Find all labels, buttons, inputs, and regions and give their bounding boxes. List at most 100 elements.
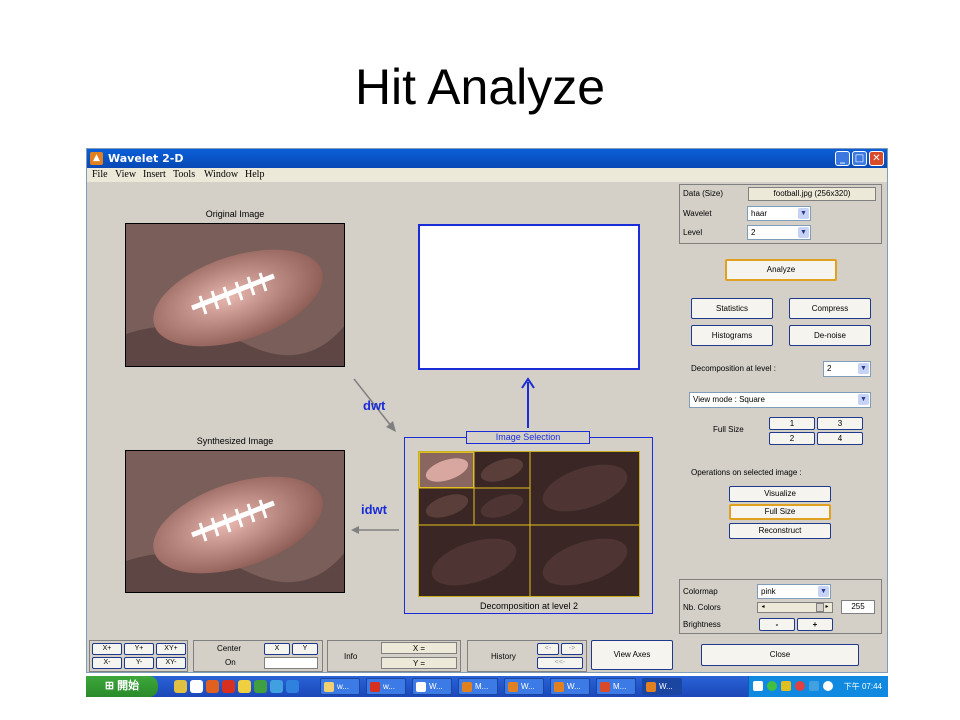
- nb-colors-slider[interactable]: ◂ ▸: [757, 602, 833, 613]
- view-mode-select[interactable]: View mode : Square ▼: [689, 392, 871, 408]
- analyze-button[interactable]: Analyze: [725, 259, 837, 281]
- synthesized-image[interactable]: [125, 450, 345, 593]
- document-icon: [370, 682, 380, 692]
- close-button[interactable]: Close: [701, 644, 859, 666]
- full-size-1-button[interactable]: 1: [769, 417, 815, 430]
- brightness-plus-button[interactable]: +: [797, 618, 833, 631]
- maximize-icon[interactable]: □: [852, 151, 867, 166]
- data-size-field: football.jpg (256x320): [748, 187, 876, 201]
- quicklaunch-icon[interactable]: [286, 680, 299, 693]
- history-first-button[interactable]: <<-: [537, 657, 583, 669]
- colormap-select-value: pink: [761, 587, 776, 596]
- center-on-field[interactable]: [264, 657, 318, 669]
- data-size-label: Data (Size): [683, 189, 724, 198]
- taskbar-item-label: M...: [475, 682, 489, 691]
- wavelet-select[interactable]: haar ▼: [747, 206, 811, 221]
- decomposition-image[interactable]: [418, 451, 640, 597]
- quicklaunch-icon[interactable]: [222, 680, 235, 693]
- info-x-field: X =: [381, 642, 457, 654]
- full-size-4-button[interactable]: 4: [817, 432, 863, 445]
- taskbar-item-label: M...: [613, 682, 627, 691]
- full-size-2-button[interactable]: 2: [769, 432, 815, 445]
- denoise-button[interactable]: De-noise: [789, 325, 871, 346]
- original-image[interactable]: [125, 223, 345, 367]
- analysis-axes[interactable]: [418, 224, 640, 370]
- taskbar-item[interactable]: W...: [412, 678, 452, 695]
- quicklaunch-icon[interactable]: [254, 680, 267, 693]
- slide-title: Hit Analyze: [354, 59, 606, 115]
- slider-right-icon[interactable]: ▸: [823, 604, 831, 611]
- operations-label: Operations on selected image :: [691, 468, 802, 477]
- synthesized-image-label: Synthesized Image: [196, 436, 274, 446]
- matlab-icon: [554, 682, 564, 692]
- zoom-xplus-button[interactable]: X+: [92, 643, 122, 655]
- center-y-button[interactable]: Y: [292, 643, 318, 655]
- histograms-button[interactable]: Histograms: [691, 325, 773, 346]
- taskbar-item[interactable]: w...: [366, 678, 406, 695]
- matlab-icon: [462, 682, 472, 692]
- matlab-icon: ▲: [90, 152, 103, 165]
- center-label: Center: [217, 644, 242, 653]
- level-select[interactable]: 2 ▼: [747, 225, 811, 240]
- tray-icon[interactable]: [809, 681, 819, 691]
- zoom-xminus-button[interactable]: X-: [92, 657, 122, 669]
- menu-tools[interactable]: Tools: [173, 169, 195, 180]
- on-label: On: [225, 658, 236, 667]
- menu-window[interactable]: Window: [204, 169, 238, 180]
- tray-icon[interactable]: [781, 681, 791, 691]
- history-back-button[interactable]: <-: [537, 643, 559, 655]
- chevron-down-icon: ▼: [858, 394, 869, 405]
- quicklaunch-icon[interactable]: [238, 680, 251, 693]
- taskbar-item-label: W...: [429, 682, 443, 691]
- wavelet-label: Wavelet: [683, 209, 712, 218]
- quicklaunch-icon[interactable]: [270, 680, 283, 693]
- menu-file[interactable]: File: [92, 169, 108, 180]
- info-label: Info: [344, 652, 358, 661]
- compress-button[interactable]: Compress: [789, 298, 871, 319]
- taskbar-item[interactable]: M...: [458, 678, 498, 695]
- operation-full-size-button[interactable]: Full Size: [729, 504, 831, 520]
- zoom-xyminus-button[interactable]: XY-: [156, 657, 186, 669]
- decomposition-level-select[interactable]: 2 ▼: [823, 361, 871, 377]
- original-image-label: Original Image: [205, 209, 265, 219]
- tray-icon[interactable]: [795, 681, 805, 691]
- visualize-button[interactable]: Visualize: [729, 486, 831, 502]
- menu-insert[interactable]: Insert: [143, 169, 166, 180]
- decomposition-caption: Decomposition at level 2: [479, 601, 579, 611]
- statistics-button[interactable]: Statistics: [691, 298, 773, 319]
- quicklaunch-icon[interactable]: [174, 680, 187, 693]
- level-label: Level: [683, 228, 703, 237]
- history-label: History: [491, 652, 516, 661]
- full-size-3-button[interactable]: 3: [817, 417, 863, 430]
- menu-view[interactable]: View: [115, 169, 136, 180]
- history-forward-button[interactable]: ->: [561, 643, 583, 655]
- tray-icon[interactable]: [753, 681, 763, 691]
- taskbar-item[interactable]: W...: [550, 678, 590, 695]
- menu-help[interactable]: Help: [245, 169, 264, 180]
- colormap-select[interactable]: pink ▼: [757, 584, 831, 599]
- taskbar-item[interactable]: W...: [504, 678, 544, 695]
- brightness-minus-button[interactable]: -: [759, 618, 795, 631]
- full-size-label: Full Size: [713, 425, 744, 434]
- view-axes-button[interactable]: View Axes: [591, 640, 673, 670]
- quicklaunch-icon[interactable]: [206, 680, 219, 693]
- taskbar-item[interactable]: w...: [320, 678, 360, 695]
- taskbar-item-label: W...: [659, 682, 673, 691]
- center-x-button[interactable]: X: [264, 643, 290, 655]
- reconstruct-button[interactable]: Reconstruct: [729, 523, 831, 539]
- taskbar-item[interactable]: M...: [596, 678, 636, 695]
- close-icon[interactable]: ✕: [869, 151, 884, 166]
- view-mode-value: View mode : Square: [693, 395, 765, 404]
- minimize-icon[interactable]: _: [835, 151, 850, 166]
- zoom-yminus-button[interactable]: Y-: [124, 657, 154, 669]
- title-bar[interactable]: ▲ Wavelet 2-D _ □ ✕: [87, 149, 887, 168]
- taskbar-item-active[interactable]: W...: [642, 678, 682, 695]
- tray-icon[interactable]: [823, 681, 833, 691]
- tray-icon[interactable]: [767, 681, 777, 691]
- start-button[interactable]: ⊞ 開始: [86, 676, 158, 697]
- slider-left-icon[interactable]: ◂: [759, 604, 767, 611]
- zoom-xyplus-button[interactable]: XY+: [156, 643, 186, 655]
- zoom-yplus-button[interactable]: Y+: [124, 643, 154, 655]
- nb-colors-field[interactable]: 255: [841, 600, 875, 614]
- quicklaunch-icon[interactable]: [190, 680, 203, 693]
